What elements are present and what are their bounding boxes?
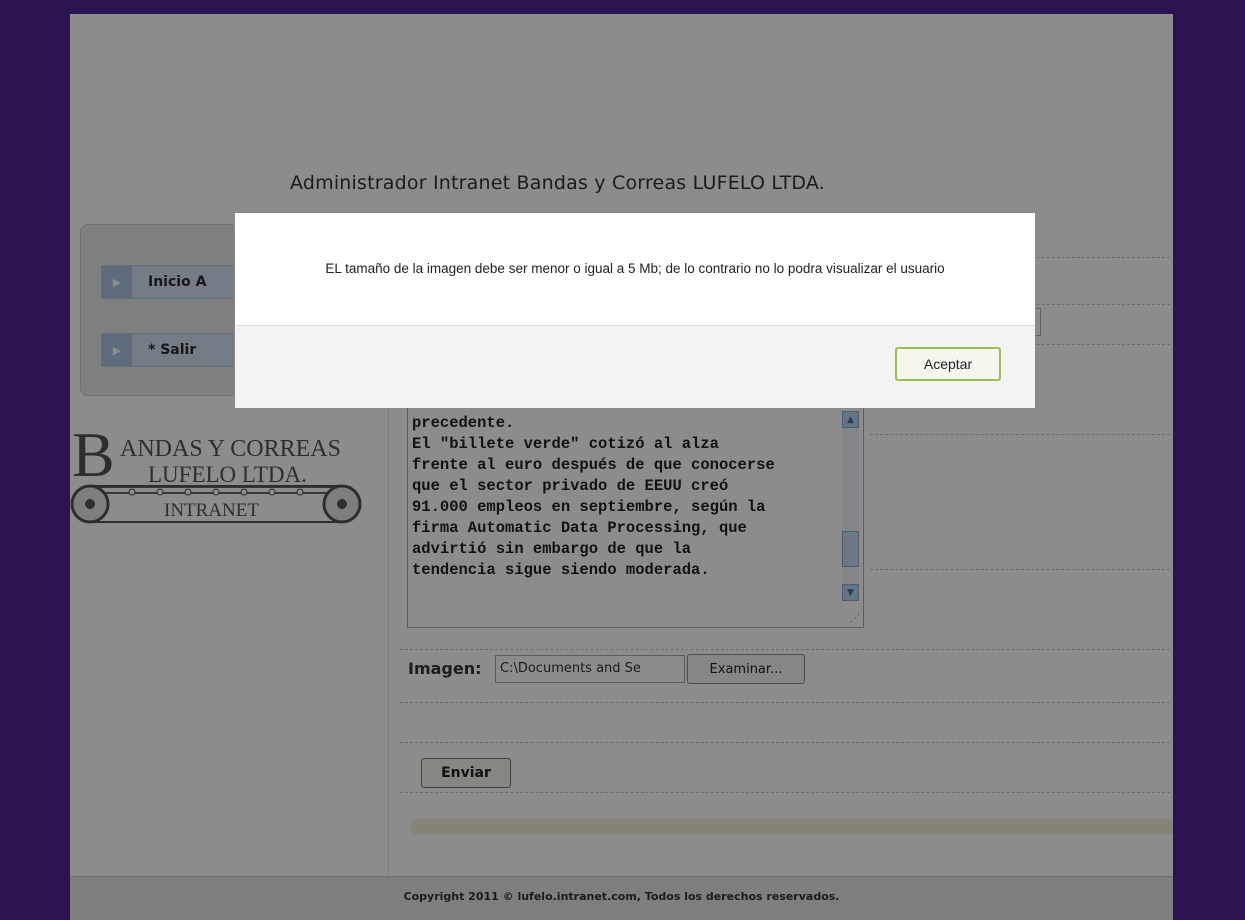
alert-dialog: EL tamaño de la imagen debe ser menor o … <box>234 212 1036 408</box>
accept-button[interactable]: Aceptar <box>895 347 1001 381</box>
dialog-footer: Aceptar <box>235 325 1035 408</box>
modal-overlay[interactable] <box>0 0 1245 920</box>
dialog-message: EL tamaño de la imagen debe ser menor o … <box>325 261 945 276</box>
